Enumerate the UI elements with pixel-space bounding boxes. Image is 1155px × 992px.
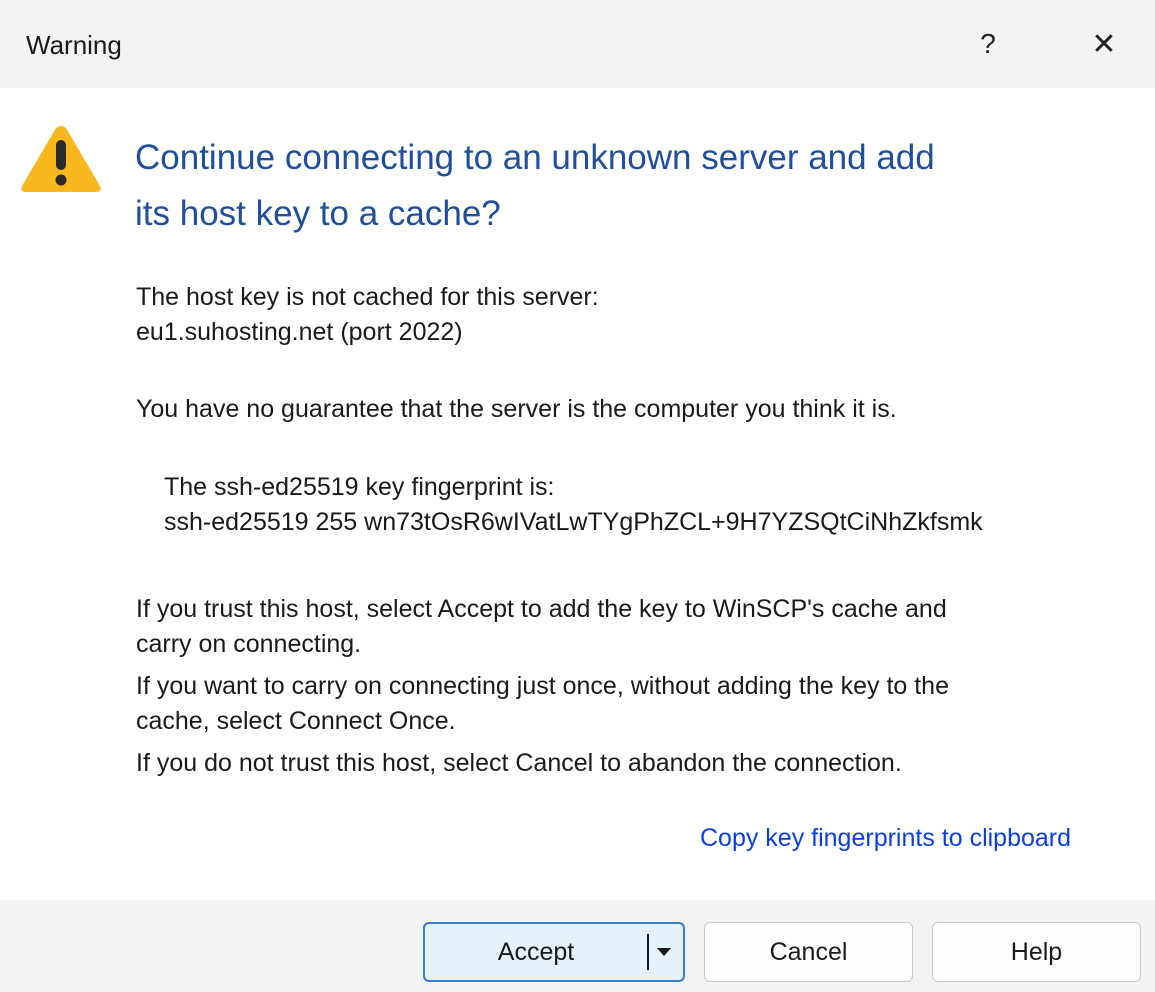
fingerprint-label: The ssh-ed25519 key fingerprint is: xyxy=(164,473,555,501)
copy-fingerprints-link[interactable]: Copy key fingerprints to clipboard xyxy=(700,824,1071,853)
accept-button[interactable]: Accept xyxy=(425,938,647,967)
once-text-line-2: cache, select Connect Once. xyxy=(136,707,456,735)
help-question-button[interactable]: ? xyxy=(956,14,1020,74)
help-button[interactable]: Help xyxy=(932,922,1141,982)
title-bar: Warning ? ✕ xyxy=(0,0,1155,88)
trust-text-line-1: If you trust this host, select Accept to… xyxy=(136,595,947,623)
fingerprint-value: ssh-ed25519 255 wn73tOsR6wIVatLwTYgPhZCL… xyxy=(164,508,983,536)
heading-line-1: Continue connecting to an unknown server… xyxy=(135,138,935,177)
window-title: Warning xyxy=(26,30,122,60)
close-button[interactable]: ✕ xyxy=(1072,14,1136,74)
accept-dropdown-button[interactable] xyxy=(649,947,679,957)
question-icon: ? xyxy=(980,28,996,59)
dialog-heading: Continue connecting to an unknown server… xyxy=(135,130,1075,242)
cancel-button[interactable]: Cancel xyxy=(704,922,913,982)
not-cached-text: The host key is not cached for this serv… xyxy=(136,283,599,311)
once-text-line-1: If you want to carry on connecting just … xyxy=(136,672,949,700)
close-icon: ✕ xyxy=(1091,27,1117,61)
chevron-down-icon xyxy=(657,948,671,956)
server-text: eu1.suhosting.net (port 2022) xyxy=(136,318,463,346)
accept-split-button[interactable]: Accept xyxy=(423,922,685,982)
warning-dialog: Warning ? ✕ Continue connecting to an un… xyxy=(0,0,1155,992)
cancel-text: If you do not trust this host, select Ca… xyxy=(136,749,902,777)
no-guarantee-text: You have no guarantee that the server is… xyxy=(136,395,897,423)
trust-text-line-2: carry on connecting. xyxy=(136,630,362,658)
heading-line-2: its host key to a cache? xyxy=(135,194,501,233)
warning-icon xyxy=(21,126,101,192)
